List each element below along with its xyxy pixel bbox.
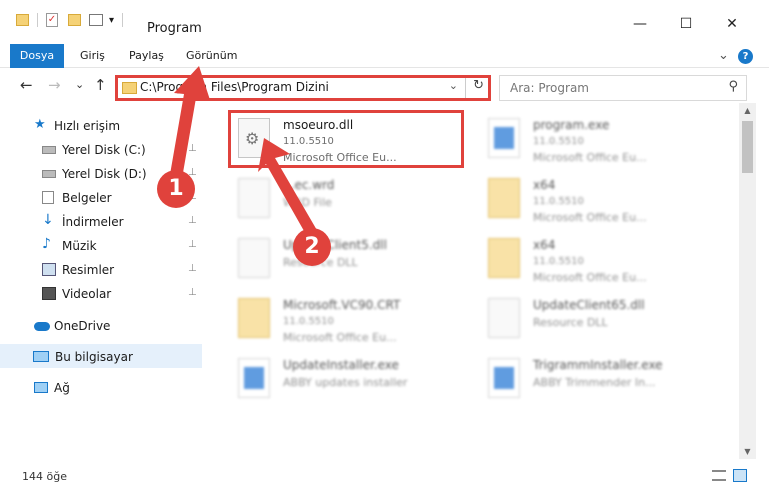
arrow-2 bbox=[258, 138, 318, 238]
annotation-arrows bbox=[168, 66, 318, 238]
vertical-scrollbar[interactable]: ▲ ▼ bbox=[739, 103, 756, 459]
step-badge-2: 2 bbox=[293, 228, 331, 266]
scroll-down-icon[interactable]: ▼ bbox=[739, 447, 756, 456]
details-view-icon[interactable] bbox=[712, 470, 726, 481]
status-bar: 144 öğe bbox=[0, 460, 769, 490]
step-badge-1: 1 bbox=[157, 170, 195, 208]
scroll-up-icon[interactable]: ▲ bbox=[739, 106, 756, 115]
scroll-thumb[interactable] bbox=[742, 121, 753, 173]
large-icons-view-icon[interactable] bbox=[733, 469, 747, 482]
item-count: 144 öğe bbox=[22, 470, 67, 483]
